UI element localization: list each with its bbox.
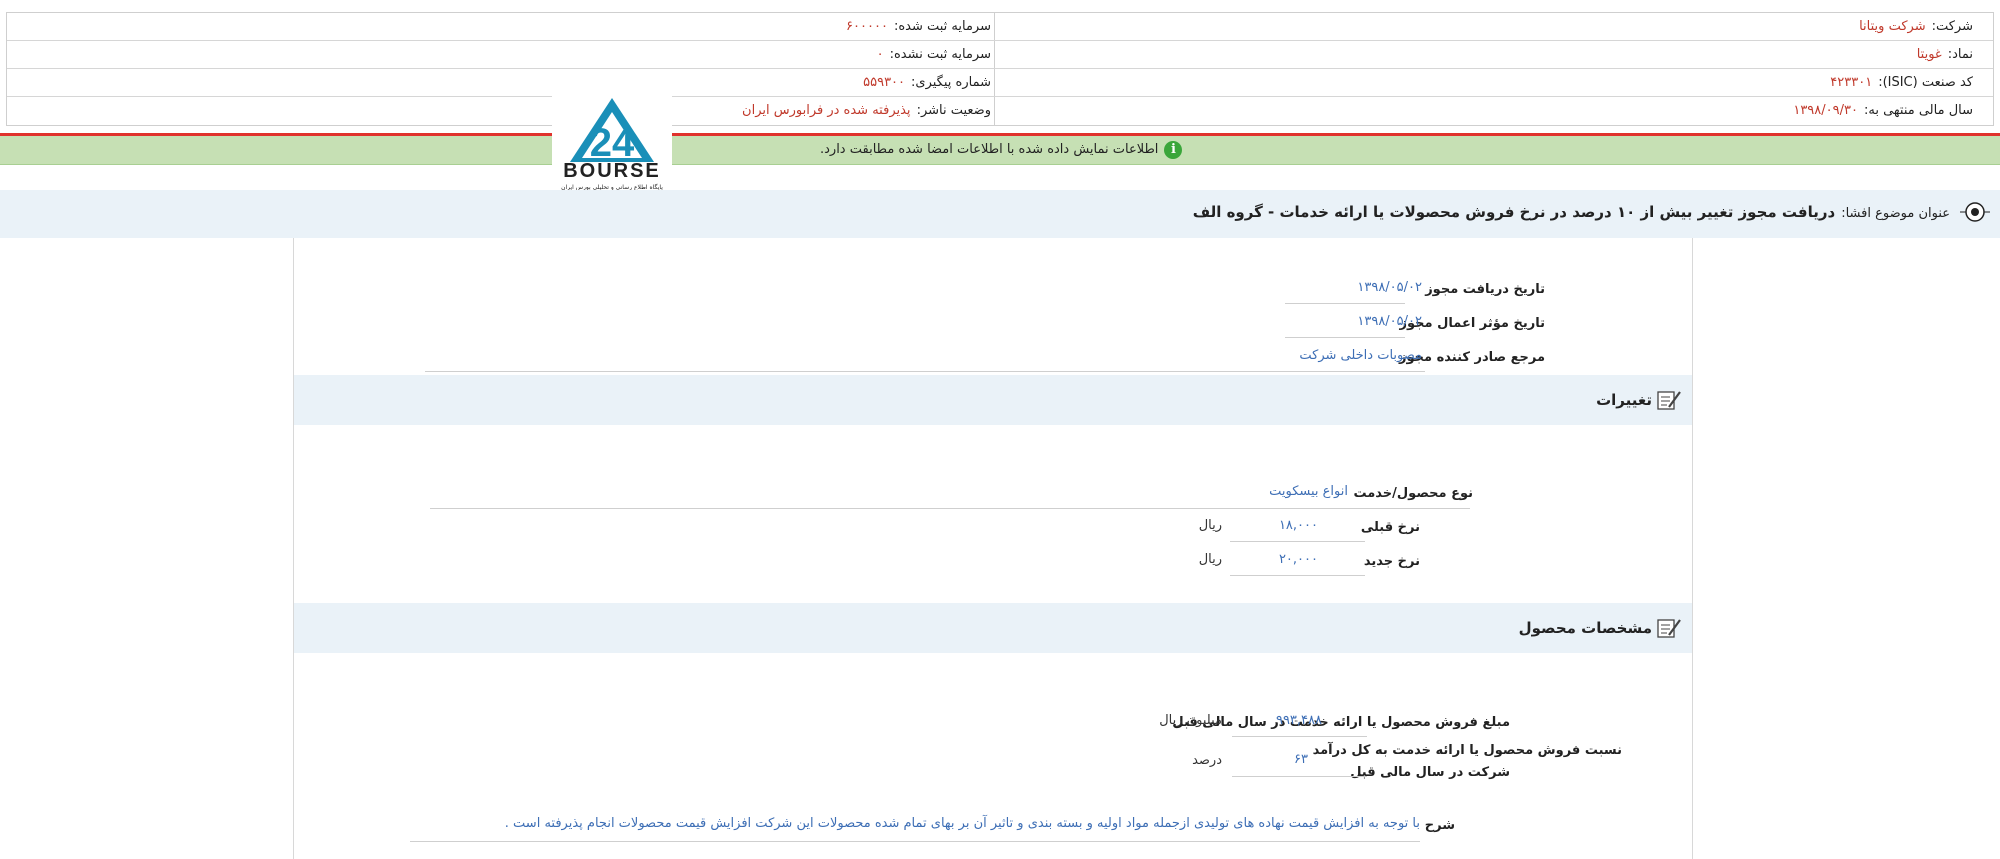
changes-section-title: تغییرات [1596, 375, 1682, 425]
fiscal-year-cell: سال مالی منتهی به:۱۳۹۸/۰۹/۳۰ [1793, 103, 1973, 118]
registered-capital: ۶۰۰۰۰۰ [846, 19, 888, 34]
symbol: غویتا [1916, 47, 1942, 62]
sales-ratio-label-line2: شرکت در سال مالی قبل [1350, 765, 1510, 780]
description-value: با توجه به افزایش قیمت نهاده های تولیدی … [504, 816, 1420, 831]
bourse24-logo: 24 BOURSE پایگاه اطلاع رسانی و تحلیلی بو… [552, 90, 672, 200]
edit-note-icon [1657, 619, 1681, 638]
field-underline [1285, 337, 1405, 338]
field-underline [425, 371, 1425, 372]
specs-section-title: مشخصات محصول [1519, 603, 1682, 653]
product-type-value: انواع بیسکویت [1269, 484, 1348, 499]
logo-text: BOURSE [563, 160, 661, 182]
field-underline [1230, 541, 1365, 542]
company-name: شرکت ویتانا [1859, 19, 1926, 34]
receive-date-label: تاریخ دریافت مجوز [1425, 282, 1545, 297]
sales-amount-label: مبلغ فروش محصول یا ارائه خدمت در سال مال… [1172, 715, 1510, 730]
description-label: شرح [1424, 818, 1455, 833]
info-icon: i [1164, 141, 1183, 159]
svg-text:24: 24 [590, 121, 635, 165]
unregistered-capital-cell: سرمایه ثبت نشده:۰ [876, 47, 991, 62]
sales-unit: میلیون ریال [1159, 713, 1222, 728]
registered-capital-cell: سرمایه ثبت شده:۶۰۰۰۰۰ [846, 19, 991, 34]
fiscal-year-end: ۱۳۹۸/۰۹/۳۰ [1793, 103, 1858, 118]
info-row: نماد:غویتا سرمایه ثبت نشده:۰ [7, 41, 1993, 69]
verification-notice: i اطلاعات نمایش داده شده با اطلاعات امضا… [820, 136, 1183, 164]
changes-section-header: تغییرات [294, 375, 1692, 425]
isic-cell: کد صنعت (ISIC):۴۲۳۳۰۱ [1830, 75, 1973, 90]
info-row: کد صنعت (ISIC):۴۲۳۳۰۱ شماره پیگیری:۵۵۹۳۰… [7, 69, 1993, 97]
ratio-unit: درصد [1192, 753, 1222, 768]
info-row: شرکت:شرکت ویتانا سرمایه ثبت شده:۶۰۰۰۰۰ [7, 13, 1993, 41]
specs-section-header: مشخصات محصول [294, 603, 1692, 653]
verification-notice-bar: i اطلاعات نمایش داده شده با اطلاعات امضا… [0, 136, 2000, 165]
content-border-left [293, 238, 294, 859]
publisher-status: پذیرفته شده در فرابورس ایران [742, 103, 911, 118]
symbol-cell: نماد:غویتا [1916, 47, 1973, 62]
subject-label: عنوان موضوع افشا: [1841, 206, 1950, 221]
target-icon [1960, 202, 1990, 222]
publisher-status-cell: وضعیت ناشر:پذیرفته شده در فرابورس ایران [742, 103, 991, 118]
company-info-table: شرکت:شرکت ویتانا سرمایه ثبت شده:۶۰۰۰۰۰ ن… [6, 12, 1994, 126]
disclosure-subject-bar: عنوان موضوع افشا: دریافت مجوز تغییر بیش ا… [0, 190, 2000, 238]
isic-code: ۴۲۳۳۰۱ [1830, 75, 1873, 90]
old-rate-label: نرخ قبلی [1360, 520, 1420, 535]
info-row: سال مالی منتهی به:۱۳۹۸/۰۹/۳۰ وضعیت ناشر:… [7, 97, 1993, 125]
company-name-cell: شرکت:شرکت ویتانا [1859, 19, 1973, 34]
field-underline [1230, 575, 1365, 576]
tracking-number-cell: شماره پیگیری:۵۵۹۳۰۰ [863, 75, 991, 90]
content-border-right [1692, 238, 1693, 859]
currency-unit: ریال [1198, 518, 1222, 533]
new-rate-label: نرخ جدید [1363, 554, 1420, 569]
field-underline [1232, 776, 1367, 777]
subject-title: دریافت مجوز تغییر بیش از ۱۰ درصد در نرخ … [1192, 203, 1836, 221]
edit-note-icon [1657, 391, 1681, 410]
unregistered-capital: ۰ [876, 47, 884, 62]
field-underline [410, 841, 1420, 842]
sales-ratio-value: ۶۳ [1294, 752, 1308, 767]
disclosure-subject: عنوان موضوع افشا: دریافت مجوز تغییر بیش ا… [1193, 190, 1950, 238]
tracking-number: ۵۵۹۳۰۰ [863, 75, 906, 90]
notice-text: اطلاعات نمایش داده شده با اطلاعات امضا ش… [820, 142, 1159, 157]
currency-unit: ریال [1198, 552, 1222, 567]
field-underline [430, 508, 1470, 509]
field-underline [1285, 303, 1405, 304]
field-underline [1232, 736, 1367, 737]
